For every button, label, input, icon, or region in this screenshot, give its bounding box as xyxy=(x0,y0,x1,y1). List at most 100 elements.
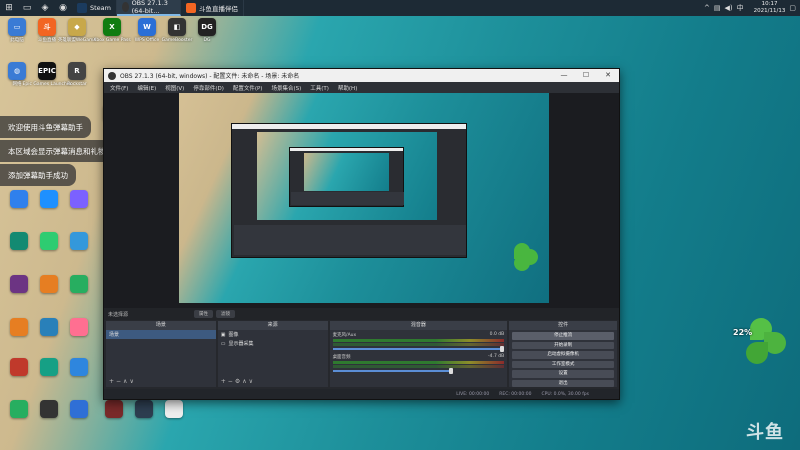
desktop-icon[interactable] xyxy=(2,275,36,293)
settings-button[interactable]: 设置 xyxy=(512,370,614,378)
desktop-icon-label: WPS Office xyxy=(134,38,160,43)
nested-obs-preview xyxy=(231,123,467,258)
desktop-icon[interactable] xyxy=(32,358,66,376)
monitor-icon: ▭ xyxy=(220,340,226,347)
desktop-icon[interactable] xyxy=(62,358,96,376)
desktop-icon[interactable] xyxy=(62,318,96,336)
desktop-icon[interactable]: W WPS Office xyxy=(130,18,164,44)
ime-icon[interactable]: 中 xyxy=(737,3,744,13)
source-item-image[interactable]: ▣ 图像 xyxy=(218,330,328,339)
app-icon xyxy=(135,400,153,418)
desktop-icon[interactable] xyxy=(32,232,66,250)
file-explorer-icon[interactable]: ▭ xyxy=(18,0,36,16)
desktop-icon-label: Rockstar xyxy=(67,82,87,87)
desktop-icon[interactable]: ◧ GameBooster xyxy=(160,18,194,44)
volume-icon[interactable]: ◀) xyxy=(725,4,733,12)
desktop-icon[interactable] xyxy=(2,190,36,208)
level-meter xyxy=(332,339,505,342)
filters-button[interactable]: 滤镜 xyxy=(216,310,235,318)
desktop-icon[interactable] xyxy=(32,318,66,336)
desktop-icon[interactable] xyxy=(2,358,36,376)
menu-view[interactable]: 视图(V) xyxy=(165,84,184,92)
level-meter xyxy=(332,343,505,346)
mixer-channel-mic: 麦克风/Aux 0.0 dB xyxy=(330,330,508,352)
exit-button[interactable]: 退出 xyxy=(512,379,614,387)
minimize-icon[interactable]: — xyxy=(553,69,575,82)
obs-docks: 场景 场景 +−∧∨ 来源 ▣ 图像 ▭ 显示器采集 +−⚙∧∨ 混音器 麦克风/A… xyxy=(104,321,619,391)
desktop-icon[interactable]: EPIC Epic Games Launcher xyxy=(23,62,71,88)
douyu-watermark: 斗鱼 xyxy=(746,422,784,443)
task-douyu[interactable]: 斗鱼直播伴侣 xyxy=(181,0,244,16)
desktop-icon[interactable]: ▭ 此电脑 xyxy=(0,18,34,44)
app-icon xyxy=(70,400,88,418)
start-recording-button[interactable]: 开始录制 xyxy=(512,341,614,349)
menu-edit[interactable]: 编辑(E) xyxy=(137,84,156,92)
desktop-icon[interactable] xyxy=(127,400,161,418)
app-icon: R xyxy=(68,62,86,80)
desktop-icon[interactable] xyxy=(32,275,66,293)
scenes-toolbar[interactable]: +−∧∨ xyxy=(109,378,136,385)
source-item-display[interactable]: ▭ 显示器采集 xyxy=(218,339,328,348)
properties-button[interactable]: 属性 xyxy=(194,310,213,318)
nested-preview-2 xyxy=(304,153,389,191)
app-icon xyxy=(40,318,58,336)
network-icon[interactable]: ▤ xyxy=(714,4,721,12)
desktop-icon[interactable] xyxy=(62,275,96,293)
menu-profile[interactable]: 配置文件(P) xyxy=(233,84,263,92)
security-icon[interactable]: ◈ xyxy=(36,0,54,16)
app-icon xyxy=(40,358,58,376)
browser-icon[interactable]: ◉ xyxy=(54,0,72,16)
app-icon: EPIC xyxy=(38,62,56,80)
virtual-camera-button[interactable]: 启动虚拟摄像机 xyxy=(512,351,614,359)
desktop-icon[interactable] xyxy=(2,318,36,336)
menu-docks[interactable]: 停靠部件(D) xyxy=(193,84,224,92)
stop-stream-button[interactable]: 停止推流 xyxy=(512,332,614,340)
app-icon: W xyxy=(138,18,156,36)
task-obs[interactable]: OBS 27.1.3 (64-bit... xyxy=(117,0,181,16)
desktop-icon[interactable] xyxy=(97,400,131,418)
app-icon xyxy=(40,190,58,208)
volume-slider[interactable] xyxy=(332,368,453,374)
desktop-icon[interactable]: DG DG xyxy=(190,18,224,44)
desktop-icon[interactable]: R Rockstar xyxy=(60,62,94,88)
desktop-icon[interactable] xyxy=(2,232,36,250)
taskbar: ⊞ ▭ ◈ ◉ Steam OBS 27.1.3 (64-bit... 斗鱼直播… xyxy=(0,0,800,16)
app-icon xyxy=(70,190,88,208)
desktop-icon[interactable] xyxy=(2,400,36,418)
start-button[interactable]: ⊞ xyxy=(0,0,18,16)
sources-toolbar[interactable]: +−⚙∧∨ xyxy=(221,378,255,385)
desktop-icon[interactable]: ◆ 英雄联盟WeGame xyxy=(58,18,96,44)
studio-mode-button[interactable]: 工作室模式 xyxy=(512,360,614,368)
maximize-icon[interactable]: ☐ xyxy=(575,69,597,82)
notification-icon[interactable]: ▢ xyxy=(789,4,796,12)
obs-window[interactable]: OBS 27.1.3 (64-bit, windows) - 配置文件: 未命名… xyxy=(103,68,620,400)
app-icon: ◧ xyxy=(168,18,186,36)
clock[interactable]: 10:17 2021/11/13 xyxy=(754,1,786,15)
desktop-icon[interactable] xyxy=(32,400,66,418)
app-icon: ▭ xyxy=(8,18,26,36)
obs-titlebar[interactable]: OBS 27.1.3 (64-bit, windows) - 配置文件: 未命名… xyxy=(104,69,619,82)
menu-file[interactable]: 文件(F) xyxy=(110,84,128,92)
scene-item[interactable]: 场景 xyxy=(106,330,216,339)
volume-slider[interactable] xyxy=(332,346,505,352)
desktop-icon[interactable] xyxy=(62,400,96,418)
menu-help[interactable]: 帮助(H) xyxy=(338,84,357,92)
chevron-up-icon[interactable]: ^ xyxy=(704,4,710,12)
menu-scene-collection[interactable]: 场景集合(S) xyxy=(271,84,301,92)
task-steam[interactable]: Steam xyxy=(72,0,117,16)
system-tray: ^ ▤ ◀) 中 10:17 2021/11/13 ▢ xyxy=(704,0,796,16)
close-icon[interactable]: ✕ xyxy=(597,69,619,82)
desktop-icon[interactable]: X Xbox Game Pass xyxy=(93,18,131,44)
obs-statusbar: LIVE: 00:00:00 REC: 00:00:00 CPU: 0.0%, … xyxy=(104,389,619,399)
desktop-icon[interactable] xyxy=(62,232,96,250)
desktop-icon-label: 此电脑 xyxy=(10,38,24,43)
nested-obs-preview-2 xyxy=(289,147,404,207)
mixer-channel-desktop: 桌面音频 -4.7 dB xyxy=(330,352,508,374)
menu-tools[interactable]: 工具(T) xyxy=(310,84,329,92)
preview-canvas[interactable] xyxy=(179,93,549,303)
desktop-icon[interactable] xyxy=(32,190,66,208)
desktop-icon[interactable] xyxy=(157,400,191,418)
app-icon xyxy=(10,358,28,376)
desktop-icon[interactable] xyxy=(62,190,96,208)
obs-menu-bar: 文件(F) 编辑(E) 视图(V) 停靠部件(D) 配置文件(P) 场景集合(S… xyxy=(104,82,619,93)
